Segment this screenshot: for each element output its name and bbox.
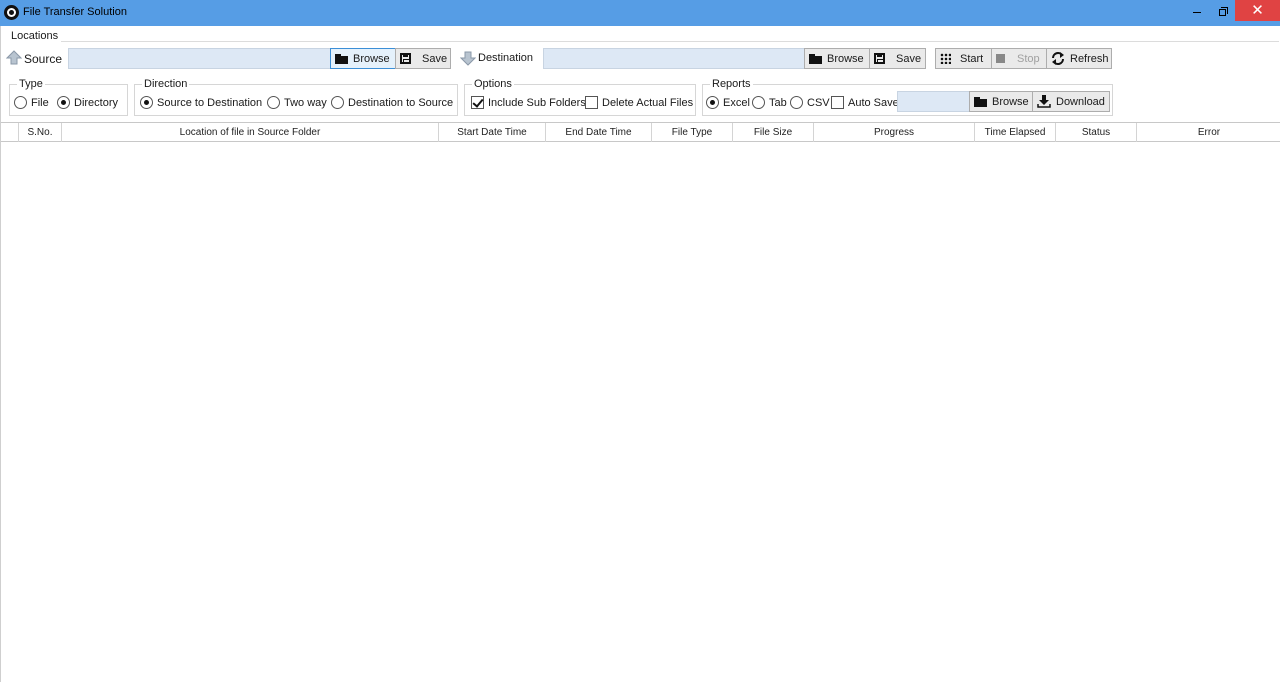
column-header-end-date-time[interactable]: End Date Time (546, 123, 652, 142)
radio-indicator (140, 96, 153, 109)
start-button[interactable]: Start (935, 48, 992, 69)
radio-indicator (790, 96, 803, 109)
radio-indicator (331, 96, 344, 109)
radio-indicator (57, 96, 70, 109)
locations-label: Locations (9, 30, 61, 42)
type-file-radio[interactable]: File (14, 96, 49, 109)
column-header-error[interactable]: Error (1137, 123, 1280, 142)
direction-two-way-radio[interactable]: Two way (267, 96, 327, 109)
folder-icon (809, 53, 822, 64)
title-bar[interactable]: File Transfer Solution ✕ (0, 0, 1280, 26)
report-path-input[interactable] (897, 91, 970, 112)
radio-indicator (752, 96, 765, 109)
transfer-grid-body[interactable] (1, 142, 1280, 682)
column-header-time-elapsed[interactable]: Time Elapsed (975, 123, 1056, 142)
arrow-up-icon (6, 50, 22, 65)
reports-group-label: Reports (710, 78, 753, 90)
source-label: Source (24, 52, 63, 66)
floppy-disk-icon (400, 53, 411, 64)
minimize-button[interactable] (1184, 0, 1210, 22)
column-header-status[interactable]: Status (1056, 123, 1137, 142)
destination-label: Destination (478, 52, 534, 64)
column-header-location[interactable]: Location of file in Source Folder (62, 123, 439, 142)
direction-group-label: Direction (142, 78, 190, 90)
grid-dots-icon (940, 53, 951, 64)
destination-path-input[interactable] (543, 48, 805, 69)
checkbox-indicator (831, 96, 844, 109)
report-download-button[interactable]: Download (1032, 91, 1110, 112)
auto-save-checkbox[interactable]: Auto Save (831, 96, 899, 109)
refresh-icon (1052, 52, 1064, 65)
window-title: File Transfer Solution (23, 6, 127, 18)
folder-icon (974, 96, 987, 107)
grid-header: S.No. Location of file in Source Folder … (1, 122, 1280, 142)
destination-browse-button[interactable]: Browse (804, 48, 870, 69)
source-browse-button[interactable]: Browse (330, 48, 396, 69)
arrow-down-icon (460, 51, 476, 66)
column-header-sno[interactable]: S.No. (19, 123, 62, 142)
type-group-label: Type (17, 78, 45, 90)
report-csv-radio[interactable]: CSV (790, 96, 830, 109)
stop-button[interactable]: Stop (991, 48, 1047, 69)
close-button[interactable]: ✕ (1235, 0, 1280, 21)
type-directory-radio[interactable]: Directory (57, 96, 118, 109)
direction-destination-to-source-radio[interactable]: Destination to Source (331, 96, 453, 109)
column-header-file-type[interactable]: File Type (652, 123, 733, 142)
column-header-file-size[interactable]: File Size (733, 123, 814, 142)
options-group-label: Options (472, 78, 514, 90)
locations-divider (61, 41, 1279, 42)
column-header-start-date-time[interactable]: Start Date Time (439, 123, 546, 142)
floppy-disk-icon (874, 53, 885, 64)
radio-indicator (14, 96, 27, 109)
source-path-input[interactable] (68, 48, 331, 69)
close-icon: ✕ (1251, 2, 1264, 19)
folder-icon (335, 53, 348, 64)
radio-indicator (267, 96, 280, 109)
delete-actual-files-checkbox[interactable]: Delete Actual Files (585, 96, 693, 109)
include-sub-folders-checkbox[interactable]: Include Sub Folders (471, 96, 586, 109)
column-header-row-selector[interactable] (1, 123, 19, 142)
minimize-icon (1193, 12, 1201, 13)
report-excel-radio[interactable]: Excel (706, 96, 750, 109)
checkbox-indicator (471, 96, 484, 109)
column-header-progress[interactable]: Progress (814, 123, 975, 142)
report-tab-radio[interactable]: Tab (752, 96, 787, 109)
source-save-button[interactable]: Save (395, 48, 451, 69)
download-icon (1037, 95, 1051, 108)
restore-button[interactable] (1210, 0, 1236, 22)
radio-indicator (706, 96, 719, 109)
refresh-button[interactable]: Refresh (1046, 48, 1112, 69)
direction-source-to-destination-radio[interactable]: Source to Destination (140, 96, 262, 109)
destination-save-button[interactable]: Save (869, 48, 926, 69)
checkbox-indicator (585, 96, 598, 109)
main-panel: Locations Source Browse Save Destination… (0, 26, 1280, 682)
report-browse-button[interactable]: Browse (969, 91, 1034, 112)
app-logo-icon (4, 5, 19, 20)
stop-square-icon (996, 54, 1005, 63)
